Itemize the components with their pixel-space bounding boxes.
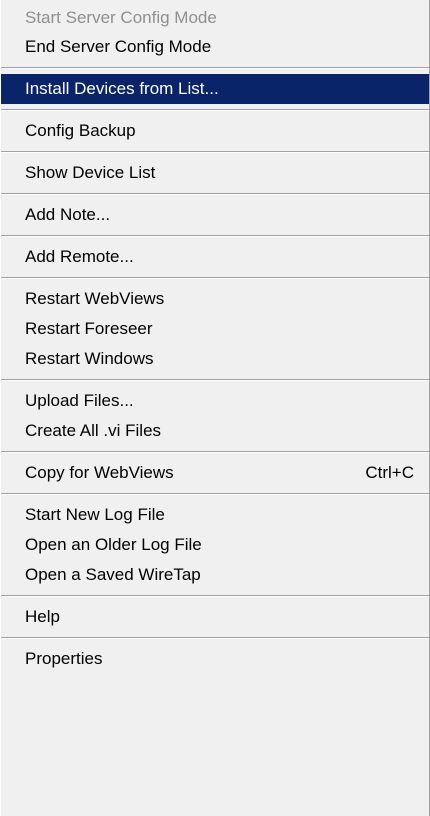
menu-item-open-older-log-file[interactable]: Open an Older Log File	[1, 530, 429, 560]
menu-item-open-saved-wiretap[interactable]: Open a Saved WireTap	[1, 560, 429, 590]
menu-item-add-note[interactable]: Add Note...	[1, 200, 429, 230]
menu-item-create-all-vi-files[interactable]: Create All .vi Files	[1, 416, 429, 446]
shortcut-label: Ctrl+C	[365, 463, 414, 482]
menu-item-restart-foreseer[interactable]: Restart Foreseer	[1, 314, 429, 344]
menu-item-start-new-log-file[interactable]: Start New Log File	[1, 500, 429, 530]
menu-separator	[1, 595, 429, 597]
menu-separator	[1, 235, 429, 237]
menu-item-end-server-config-mode[interactable]: End Server Config Mode	[1, 32, 429, 62]
menu-separator	[1, 277, 429, 279]
menu-item-install-devices-from-list[interactable]: Install Devices from List...	[1, 74, 429, 104]
menu-separator	[1, 451, 429, 453]
menu-separator	[1, 493, 429, 495]
menu-item-start-server-config-mode: Start Server Config Mode	[25, 8, 217, 27]
menu-separator	[1, 637, 429, 639]
menu-separator	[1, 151, 429, 153]
menu-item-restart-windows[interactable]: Restart Windows	[1, 344, 429, 374]
menu-separator	[1, 67, 429, 69]
menu-item-config-backup[interactable]: Config Backup	[1, 116, 429, 146]
menu-item-copy-for-webviews[interactable]: Copy for WebViews Ctrl+C	[1, 458, 429, 488]
menu-separator	[1, 109, 429, 111]
menu-item-properties[interactable]: Properties	[1, 644, 429, 674]
menu-item-help[interactable]: Help	[1, 602, 429, 632]
menu-separator	[1, 193, 429, 195]
menu-item-upload-files[interactable]: Upload Files...	[1, 386, 429, 416]
menu-item-label: Copy for WebViews	[25, 463, 174, 482]
context-menu: Start Server Config Mode End Server Conf…	[0, 0, 430, 816]
menu-item-restart-webviews[interactable]: Restart WebViews	[1, 284, 429, 314]
menu-separator	[1, 379, 429, 381]
menu-item-show-device-list[interactable]: Show Device List	[1, 158, 429, 188]
menu-item-add-remote[interactable]: Add Remote...	[1, 242, 429, 272]
